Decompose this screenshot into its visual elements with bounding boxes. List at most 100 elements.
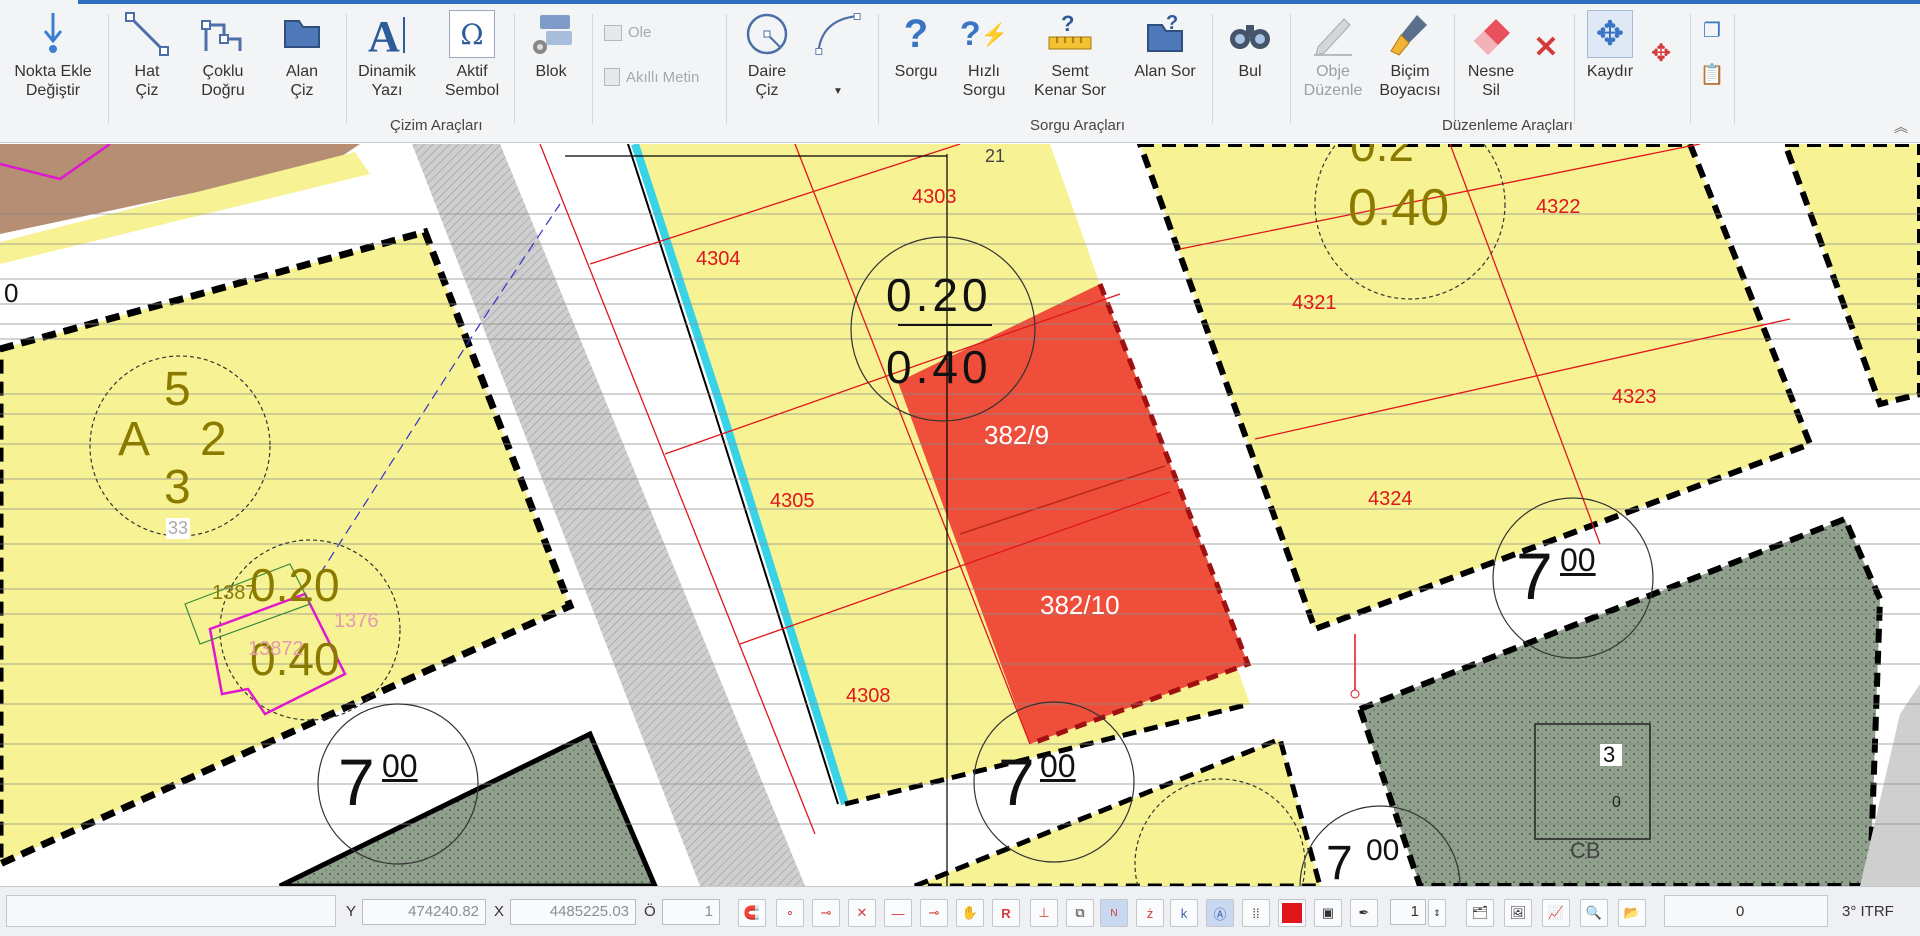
area-query-icon: ? <box>1142 10 1188 58</box>
paste-button[interactable]: 📋 <box>1698 65 1726 85</box>
z-axis-icon[interactable]: ż <box>1136 899 1164 927</box>
collapse-ribbon-icon[interactable]: ︽ <box>1894 117 1908 137</box>
open-folder-icon[interactable]: 📂 <box>1618 899 1646 927</box>
delete-button[interactable]: ✕ <box>1528 31 1564 64</box>
circle-draw-icon <box>744 10 790 58</box>
akilli-metin-label: Akıllı Metin <box>626 68 700 86</box>
blok-button[interactable]: Blok <box>522 10 580 81</box>
grid-points-icon[interactable]: ⁞⁞ <box>1242 899 1270 927</box>
o-value-field[interactable]: 1 <box>662 899 720 925</box>
ole-button[interactable]: Ole <box>604 24 651 41</box>
separator <box>108 14 109 124</box>
snap-point-icon[interactable]: ∘ <box>776 899 804 927</box>
close-x-icon: ✕ <box>1533 31 1559 64</box>
dinamik-yazi-button[interactable]: A Dinamik Yazı <box>354 10 420 100</box>
svg-text:?: ? <box>1166 12 1178 34</box>
daire-ciz-button[interactable]: Daire Çiz <box>736 10 798 100</box>
status-message-cell <box>6 895 336 927</box>
map-drawing[interactable] <box>0 144 1920 886</box>
move-red-button[interactable]: ✥ <box>1644 42 1678 66</box>
dynamic-text-icon: A <box>364 10 410 58</box>
separator <box>1212 14 1213 124</box>
separator <box>1690 14 1691 124</box>
sorgu-label: Sorgu <box>894 63 938 80</box>
active-tab-indicator[interactable] <box>0 0 78 4</box>
coklu-dogru-label: Çoklu Doğru <box>201 63 245 99</box>
pencil-icon <box>1310 10 1356 58</box>
ole-icon <box>604 24 622 41</box>
layers-icon[interactable]: 🗂 <box>1466 899 1494 927</box>
pan-hand-icon[interactable]: ✋ <box>956 899 984 927</box>
y-coordinate-field[interactable]: 474240.82 <box>362 899 486 925</box>
line-width-field[interactable]: 1 <box>1390 899 1426 925</box>
separator <box>1574 14 1575 124</box>
separator <box>1290 14 1291 124</box>
arc-draw-button[interactable]: ▼ <box>808 10 868 101</box>
snap-line-icon[interactable]: — <box>884 899 912 927</box>
block-icon <box>528 10 574 58</box>
a-mode-icon[interactable]: Ⓐ <box>1206 899 1234 927</box>
separator <box>726 14 727 124</box>
snap-r-icon[interactable]: R <box>992 899 1020 927</box>
eraser-icon <box>1468 10 1514 58</box>
separator <box>1454 14 1455 124</box>
arc-icon <box>815 10 861 58</box>
box-label-bg <box>1600 744 1622 766</box>
count-cell <box>1664 895 1828 927</box>
smart-text-icon <box>604 68 620 86</box>
status-bar: Y 474240.82 X 4485225.03 Ö 1 🧲 ∘ ⊸ ✕ — ⊸… <box>0 886 1920 936</box>
bicim-boyacisi-button[interactable]: Biçim Boyacısı <box>1376 10 1444 100</box>
alan-sor-button[interactable]: ? Alan Sor <box>1128 10 1202 81</box>
cizim-group-label: Çizim Araçları <box>390 117 483 134</box>
coklu-dogru-button[interactable]: Çoklu Doğru <box>188 10 258 100</box>
x-label: X <box>494 903 505 920</box>
x-coordinate-field[interactable]: 4485225.03 <box>510 899 636 925</box>
query-icon: ? <box>903 11 929 56</box>
separator <box>878 14 879 124</box>
separator <box>1734 14 1735 124</box>
dinamik-yazi-label: Dinamik Yazı <box>358 63 416 99</box>
nokta-ekle-degistir-button[interactable]: Nokta Ekle Değiştir <box>10 10 96 100</box>
fill-pattern-icon[interactable]: ▣ <box>1314 899 1342 927</box>
nesne-sil-label: Nesne Sil <box>1467 63 1515 99</box>
k-axis-icon[interactable]: k <box>1170 899 1198 927</box>
separator <box>346 14 347 124</box>
arc-dropdown-icon[interactable]: ▼ <box>833 82 843 101</box>
nno-icon[interactable]: N <box>1100 899 1128 927</box>
obje-duzenle-button[interactable]: Obje Düzenle <box>1300 10 1366 100</box>
sorgu-button[interactable]: ? Sorgu <box>888 10 944 81</box>
aktif-sembol-button[interactable]: Ω Aktif Sembol <box>434 10 510 100</box>
spinner-icon[interactable]: ⇕ <box>1428 899 1446 927</box>
map-canvas[interactable]: 4303 4304 4305 4308 4321 4322 4323 4324 … <box>0 144 1920 886</box>
o-label: Ö <box>644 903 656 920</box>
perpendicular-icon[interactable]: ⊥ <box>1030 899 1058 927</box>
bul-button[interactable]: Bul <box>1222 10 1278 81</box>
daire-ciz-label: Daire Çiz <box>747 63 787 99</box>
image-icon[interactable]: 🖼 <box>1504 899 1532 927</box>
layers-square-icon[interactable]: ⧉ <box>1066 899 1094 927</box>
snap-mid-icon[interactable]: ⊸ <box>920 899 948 927</box>
snap-intersect-icon[interactable]: ✕ <box>848 899 876 927</box>
alan-ciz-label: Alan Çiz <box>285 63 319 99</box>
y-label: Y <box>346 903 357 920</box>
hizli-sorgu-button[interactable]: ? ⚡ Hızlı Sorgu <box>956 10 1012 100</box>
hat-ciz-button[interactable]: Hat Çiz <box>118 10 176 100</box>
nesne-sil-button[interactable]: Nesne Sil <box>1462 10 1520 100</box>
zoom-window-icon[interactable]: 🔍 <box>1580 899 1608 927</box>
color-swatch-icon[interactable] <box>1278 899 1306 927</box>
count-value: 0 <box>1736 903 1745 920</box>
magnet-snap-icon[interactable]: 🧲 <box>738 899 766 927</box>
akilli-metin-button[interactable]: Akıllı Metin <box>604 68 699 86</box>
blok-label: Blok <box>535 63 567 80</box>
semt-kenar-sor-button[interactable]: ? Semt Kenar Sor <box>1022 10 1118 100</box>
line-draw-icon <box>124 10 170 58</box>
copy-button[interactable]: ❐ <box>1698 21 1726 41</box>
chart-icon[interactable]: 📈 <box>1542 899 1570 927</box>
kaydir-button[interactable]: ✥ Kaydır <box>1582 10 1638 81</box>
omega-symbol-icon: Ω <box>449 10 495 58</box>
crs-label: 3° ITRF <box>1842 903 1894 920</box>
snap-end-icon[interactable]: ⊸ <box>812 899 840 927</box>
pen-icon[interactable]: ✒ <box>1350 899 1378 927</box>
nokta-ekle-label: Nokta Ekle Değiştir <box>14 63 92 99</box>
alan-ciz-button[interactable]: Alan Çiz <box>272 10 332 100</box>
